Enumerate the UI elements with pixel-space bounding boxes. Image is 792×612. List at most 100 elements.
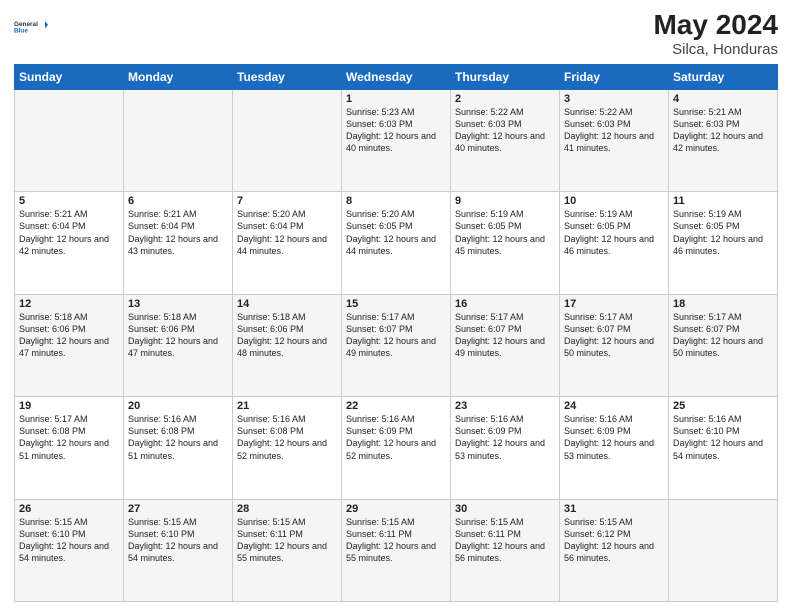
calendar-cell: 21Sunrise: 5:16 AMSunset: 6:08 PMDayligh…	[233, 397, 342, 499]
cell-info: Sunrise: 5:16 AMSunset: 6:09 PMDaylight:…	[564, 414, 654, 460]
day-header-friday: Friday	[560, 64, 669, 89]
cell-info: Sunrise: 5:21 AMSunset: 6:04 PMDaylight:…	[128, 209, 218, 255]
day-number: 28	[237, 503, 337, 515]
location: Silca, Honduras	[653, 41, 778, 58]
day-number: 26	[19, 503, 119, 515]
cell-info: Sunrise: 5:17 AMSunset: 6:07 PMDaylight:…	[455, 312, 545, 358]
day-number: 14	[237, 298, 337, 310]
calendar-cell	[233, 89, 342, 191]
header: General Blue May 2024 Silca, Honduras	[14, 10, 778, 58]
calendar-cell: 6 Sunrise: 5:21 AMSunset: 6:04 PMDaylight…	[124, 192, 233, 294]
logo: General Blue	[14, 10, 48, 44]
day-number: 4	[673, 93, 773, 105]
cell-info: Sunrise: 5:21 AMSunset: 6:03 PMDaylight:…	[673, 107, 763, 153]
day-header-thursday: Thursday	[451, 64, 560, 89]
logo-svg: General Blue	[14, 10, 48, 44]
cell-info: Sunrise: 5:15 AMSunset: 6:11 PMDaylight:…	[346, 517, 436, 563]
day-header-monday: Monday	[124, 64, 233, 89]
days-header-row: SundayMondayTuesdayWednesdayThursdayFrid…	[15, 64, 778, 89]
calendar-table: SundayMondayTuesdayWednesdayThursdayFrid…	[14, 64, 778, 602]
cell-info: Sunrise: 5:17 AMSunset: 6:07 PMDaylight:…	[346, 312, 436, 358]
cell-info: Sunrise: 5:17 AMSunset: 6:07 PMDaylight:…	[673, 312, 763, 358]
cell-info: Sunrise: 5:17 AMSunset: 6:07 PMDaylight:…	[564, 312, 654, 358]
calendar-cell	[124, 89, 233, 191]
cell-info: Sunrise: 5:20 AMSunset: 6:05 PMDaylight:…	[346, 209, 436, 255]
calendar-cell: 15 Sunrise: 5:17 AMSunset: 6:07 PMDayligh…	[342, 294, 451, 396]
page: General Blue May 2024 Silca, Honduras Su…	[0, 0, 792, 612]
cell-info: Sunrise: 5:15 AMSunset: 6:10 PMDaylight:…	[128, 517, 218, 563]
calendar-cell: 9 Sunrise: 5:19 AMSunset: 6:05 PMDaylight…	[451, 192, 560, 294]
calendar-cell: 2 Sunrise: 5:22 AMSunset: 6:03 PMDaylight…	[451, 89, 560, 191]
calendar-cell: 22Sunrise: 5:16 AMSunset: 6:09 PMDayligh…	[342, 397, 451, 499]
day-header-wednesday: Wednesday	[342, 64, 451, 89]
calendar-cell: 25 Sunrise: 5:16 AMSunset: 6:10 PMDayligh…	[669, 397, 778, 499]
calendar-cell: 30Sunrise: 5:15 AMSunset: 6:11 PMDayligh…	[451, 499, 560, 601]
calendar-cell: 17 Sunrise: 5:17 AMSunset: 6:07 PMDayligh…	[560, 294, 669, 396]
calendar-cell	[669, 499, 778, 601]
calendar-cell: 7 Sunrise: 5:20 AMSunset: 6:04 PMDaylight…	[233, 192, 342, 294]
day-number: 24	[564, 400, 664, 412]
day-number: 16	[455, 298, 555, 310]
day-number: 25	[673, 400, 773, 412]
day-number: 11	[673, 195, 773, 207]
cell-info: Sunrise: 5:16 AMSunset: 6:10 PMDaylight:…	[673, 414, 763, 460]
cell-info: Sunrise: 5:18 AMSunset: 6:06 PMDaylight:…	[128, 312, 218, 358]
calendar-cell: 1 Sunrise: 5:23 AMSunset: 6:03 PMDaylight…	[342, 89, 451, 191]
cell-info: Sunrise: 5:20 AMSunset: 6:04 PMDaylight:…	[237, 209, 327, 255]
week-row-4: 19Sunrise: 5:17 AMSunset: 6:08 PMDayligh…	[15, 397, 778, 499]
day-header-tuesday: Tuesday	[233, 64, 342, 89]
calendar-cell: 16 Sunrise: 5:17 AMSunset: 6:07 PMDayligh…	[451, 294, 560, 396]
cell-info: Sunrise: 5:22 AMSunset: 6:03 PMDaylight:…	[455, 107, 545, 153]
day-number: 3	[564, 93, 664, 105]
day-number: 20	[128, 400, 228, 412]
day-number: 13	[128, 298, 228, 310]
day-number: 7	[237, 195, 337, 207]
svg-text:Blue: Blue	[14, 27, 28, 34]
cell-info: Sunrise: 5:21 AMSunset: 6:04 PMDaylight:…	[19, 209, 109, 255]
calendar-cell: 23Sunrise: 5:16 AMSunset: 6:09 PMDayligh…	[451, 397, 560, 499]
title-block: May 2024 Silca, Honduras	[653, 10, 778, 58]
cell-info: Sunrise: 5:15 AMSunset: 6:10 PMDaylight:…	[19, 517, 109, 563]
day-number: 9	[455, 195, 555, 207]
week-row-1: 1 Sunrise: 5:23 AMSunset: 6:03 PMDaylight…	[15, 89, 778, 191]
day-number: 17	[564, 298, 664, 310]
calendar-cell: 19Sunrise: 5:17 AMSunset: 6:08 PMDayligh…	[15, 397, 124, 499]
cell-info: Sunrise: 5:15 AMSunset: 6:12 PMDaylight:…	[564, 517, 654, 563]
calendar-cell: 31 Sunrise: 5:15 AMSunset: 6:12 PMDayligh…	[560, 499, 669, 601]
day-number: 27	[128, 503, 228, 515]
week-row-5: 26 Sunrise: 5:15 AMSunset: 6:10 PMDayligh…	[15, 499, 778, 601]
month-year: May 2024	[653, 10, 778, 41]
day-number: 10	[564, 195, 664, 207]
day-number: 5	[19, 195, 119, 207]
cell-info: Sunrise: 5:16 AMSunset: 6:09 PMDaylight:…	[346, 414, 436, 460]
calendar-cell: 10 Sunrise: 5:19 AMSunset: 6:05 PMDayligh…	[560, 192, 669, 294]
day-number: 12	[19, 298, 119, 310]
calendar-cell	[15, 89, 124, 191]
calendar-cell: 3Sunrise: 5:22 AMSunset: 6:03 PMDaylight…	[560, 89, 669, 191]
day-number: 8	[346, 195, 446, 207]
calendar-cell: 26 Sunrise: 5:15 AMSunset: 6:10 PMDayligh…	[15, 499, 124, 601]
calendar-cell: 5 Sunrise: 5:21 AMSunset: 6:04 PMDaylight…	[15, 192, 124, 294]
cell-info: Sunrise: 5:16 AMSunset: 6:08 PMDaylight:…	[128, 414, 218, 460]
calendar-cell: 13 Sunrise: 5:18 AMSunset: 6:06 PMDayligh…	[124, 294, 233, 396]
day-number: 2	[455, 93, 555, 105]
calendar-cell: 20 Sunrise: 5:16 AMSunset: 6:08 PMDayligh…	[124, 397, 233, 499]
day-number: 29	[346, 503, 446, 515]
day-number: 1	[346, 93, 446, 105]
calendar-cell: 4 Sunrise: 5:21 AMSunset: 6:03 PMDaylight…	[669, 89, 778, 191]
cell-info: Sunrise: 5:16 AMSunset: 6:09 PMDaylight:…	[455, 414, 545, 460]
day-number: 15	[346, 298, 446, 310]
cell-info: Sunrise: 5:19 AMSunset: 6:05 PMDaylight:…	[455, 209, 545, 255]
week-row-3: 12 Sunrise: 5:18 AMSunset: 6:06 PMDayligh…	[15, 294, 778, 396]
week-row-2: 5 Sunrise: 5:21 AMSunset: 6:04 PMDaylight…	[15, 192, 778, 294]
day-number: 18	[673, 298, 773, 310]
day-number: 31	[564, 503, 664, 515]
day-number: 6	[128, 195, 228, 207]
day-header-sunday: Sunday	[15, 64, 124, 89]
calendar-cell: 8 Sunrise: 5:20 AMSunset: 6:05 PMDaylight…	[342, 192, 451, 294]
day-number: 19	[19, 400, 119, 412]
cell-info: Sunrise: 5:23 AMSunset: 6:03 PMDaylight:…	[346, 107, 436, 153]
cell-info: Sunrise: 5:19 AMSunset: 6:05 PMDaylight:…	[564, 209, 654, 255]
day-number: 21	[237, 400, 337, 412]
cell-info: Sunrise: 5:19 AMSunset: 6:05 PMDaylight:…	[673, 209, 763, 255]
